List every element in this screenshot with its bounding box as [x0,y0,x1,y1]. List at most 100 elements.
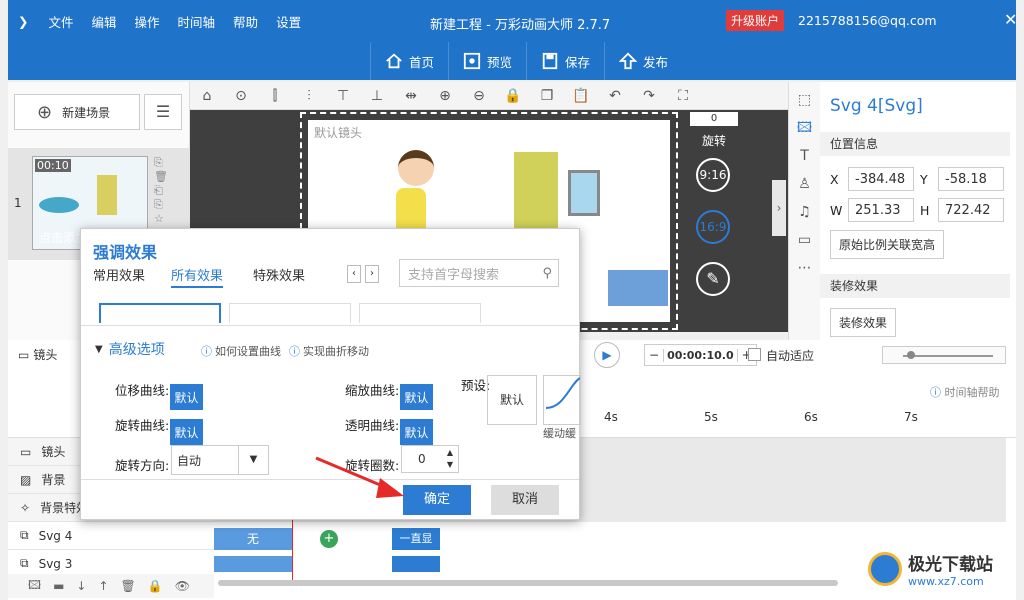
up-icon[interactable]: ↑ [98,579,108,593]
home-button[interactable]: 首页 [370,42,448,80]
tab-special[interactable]: 特殊效果 [253,265,305,284]
role-icon[interactable]: ♙ [789,170,820,198]
time-value[interactable]: 00:00:10.0 [663,348,738,362]
track-row[interactable]: ⧉ Svg 4 [8,522,214,550]
copy-icon[interactable]: ❐ [530,88,564,104]
down-icon[interactable]: ↓ [76,579,86,593]
zoom-slider-handle[interactable] [907,351,915,359]
effect-thumb[interactable] [99,303,221,323]
tab-all[interactable]: 所有效果 [171,265,224,288]
align-top-icon[interactable]: ⊤ [326,88,360,104]
save-icon [542,52,558,70]
folder-icon[interactable]: ▬ [53,579,64,593]
time-stepper[interactable]: − 00:00:10.0 + [644,344,757,366]
track-cell[interactable]: 一直显 [392,528,440,550]
track-cell[interactable] [392,556,440,572]
menu-edit[interactable]: 编辑 [92,12,117,31]
tab-common[interactable]: 常用效果 [93,265,145,284]
timeline-camera-tab[interactable]: ▭ 镜头 [18,346,57,363]
upgrade-account-button[interactable]: 升级账户 [726,10,785,31]
rotate-value[interactable]: 0 [690,112,738,126]
track-cell[interactable]: 无 [214,528,292,550]
scene-actions[interactable]: ⎘ 🗑 ⎗ ⎘ ☆ [154,156,168,226]
advanced-toggle[interactable]: ▼ 高级选项 [95,339,165,359]
timeline-help[interactable]: ⓘ 时间轴帮助 [930,384,1000,400]
minus-icon[interactable]: − [645,348,663,362]
shape-icon[interactable]: ⬚ [789,86,820,114]
publish-button[interactable]: 发布 [604,42,682,80]
rotate-direction-select[interactable]: 自动 ▼ [171,445,269,475]
confirm-button[interactable]: 确定 [403,485,471,515]
alpha-curve-button[interactable]: 默认 [400,419,433,445]
image-icon[interactable]: 🖾 [28,576,41,597]
horizontal-scrollbar[interactable] [218,580,838,586]
new-scene-button[interactable]: ⊕ 新建场景 [14,94,140,130]
account-email[interactable]: 2215788156@qq.com [798,13,937,28]
image-icon[interactable]: 🖾 [789,114,820,142]
stepper-arrows-icon[interactable]: ▲ ▼ [442,447,458,471]
track-cell[interactable] [214,556,292,572]
menu-timeline[interactable]: 时间轴 [178,12,216,31]
effect-thumb[interactable] [359,303,481,323]
fit-screen-icon[interactable]: ⛶ [666,88,700,104]
home-icon[interactable]: ⌂ [190,88,224,104]
decor-button[interactable]: 装修效果 [830,308,897,337]
help-move-link[interactable]: ⓘ 实现曲折移动 [289,343,369,359]
play-icon[interactable]: ▶ [594,342,620,368]
delete-icon[interactable]: 🗑 [121,579,136,593]
lock-icon[interactable]: 🔒 [148,579,163,593]
prev-icon[interactable]: ‹ [347,265,361,283]
redo-icon[interactable]: ↷ [632,88,666,104]
close-icon[interactable]: ✕ [1004,10,1017,29]
save-button[interactable]: 保存 [526,42,604,80]
rotate-curve-button[interactable]: 默认 [170,419,203,445]
paste-icon[interactable]: 📋 [564,88,598,104]
align-bottom-icon[interactable]: ⊥ [360,88,394,104]
more-icon[interactable]: ⋯ [789,254,820,282]
music-icon[interactable]: ♫ [789,198,820,226]
ratio-link-button[interactable]: 原始比例关联宽高 [830,230,945,259]
effect-search-input[interactable]: 支持首字母搜索 ⚲ [399,259,559,287]
ratio-169-button[interactable]: 16:9 [696,210,730,244]
auto-fit-checkbox[interactable] [748,348,761,361]
zoom-slider[interactable] [882,346,1006,364]
scale-curve-button[interactable]: 默认 [400,384,433,410]
effect-thumb[interactable] [229,303,351,323]
preset-ease-option[interactable] [543,375,581,425]
comment-icon[interactable]: ▭ [789,226,820,254]
camera-tab-label: 镜头 [33,348,58,362]
tick-label: 5s [704,410,718,424]
more-icon[interactable]: ⊙ [224,88,258,104]
add-effect-icon[interactable]: + [320,530,338,548]
edit-icon[interactable]: ✎ [696,262,730,296]
menu-file[interactable]: 文件 [48,12,73,31]
text-icon[interactable]: T [789,142,820,170]
cancel-button[interactable]: 取消 [491,485,559,515]
y-field[interactable]: -58.18 [938,167,1004,191]
x-field[interactable]: -384.48 [848,167,914,191]
align-left-icon[interactable]: ⫿ [258,88,292,104]
align-center-icon[interactable]: ⫶ [292,88,326,104]
w-field[interactable]: 251.33 [848,198,914,222]
align-middle-icon[interactable]: ⇹ [394,88,428,104]
eye-icon[interactable]: 👁 [175,579,190,593]
move-curve-button[interactable]: 默认 [170,384,203,410]
help-move-label: 实现曲折移动 [303,345,369,358]
preview-button[interactable]: 预览 [448,42,526,80]
ratio-916-button[interactable]: 9:16 [696,158,730,192]
camera-icon: ▭ [18,347,30,362]
help-curve-link[interactable]: ⓘ 如何设置曲线 [201,343,281,359]
character-head[interactable] [398,150,434,186]
menu-operate[interactable]: 操作 [135,12,160,31]
next-icon[interactable]: › [365,265,379,283]
h-field[interactable]: 722.42 [938,198,1004,222]
zoom-in-icon[interactable]: ⊕ [428,88,462,104]
menu-settings[interactable]: 设置 [276,12,301,31]
undo-icon[interactable]: ↶ [598,88,632,104]
panel-expand-icon[interactable]: › [772,180,786,236]
lock-icon[interactable]: 🔒 [496,88,530,104]
preset-default-option[interactable]: 默认 [487,375,537,425]
zoom-out-icon[interactable]: ⊖ [462,88,496,104]
menu-help[interactable]: 帮助 [233,12,258,31]
scene-list-icon[interactable]: ☰ [144,94,182,130]
